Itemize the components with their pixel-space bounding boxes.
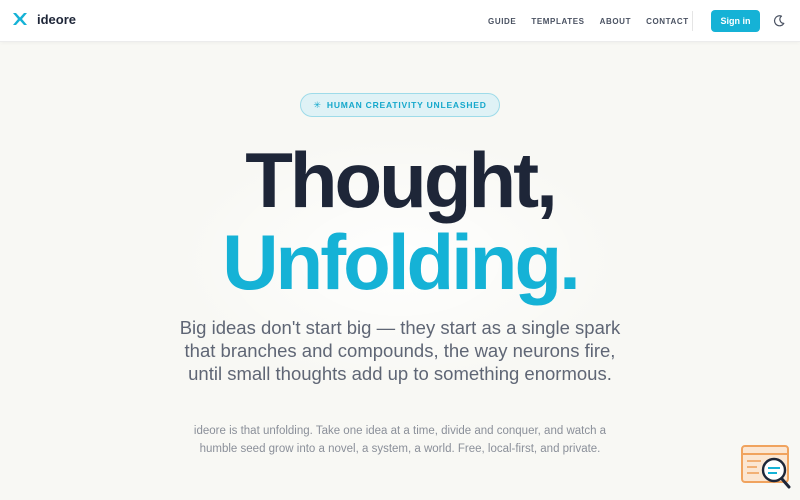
hero-sub-paragraph: ideore is that unfolding. Take one idea … xyxy=(193,425,607,455)
brand-logo[interactable]: ideore xyxy=(12,11,76,27)
hero-badge-text: HUMAN CREATIVITY UNLEASHED xyxy=(326,100,487,110)
help-search-icon[interactable] xyxy=(741,444,791,490)
sign-in-button[interactable]: Sign in xyxy=(711,10,760,32)
ideore-logo-icon xyxy=(13,13,27,25)
hero-lead-paragraph: Big ideas don't start big — they start a… xyxy=(179,317,621,384)
hero-headline-line2: Unfolding. xyxy=(222,218,581,306)
nav-divider xyxy=(692,11,693,31)
nav-about[interactable]: ABOUT xyxy=(600,17,631,26)
top-navbar: ideore GUIDE TEMPLATES ABOUT CONTACT Sig… xyxy=(0,0,800,42)
main-nav: GUIDE TEMPLATES ABOUT CONTACT xyxy=(488,0,704,42)
hero-badge: ✳ HUMAN CREATIVITY UNLEASHED xyxy=(300,93,500,117)
nav-guide[interactable]: GUIDE xyxy=(488,17,516,26)
brand-name: ideore xyxy=(37,11,77,27)
sparkle-icon: ✳ xyxy=(313,99,321,110)
nav-contact[interactable]: CONTACT xyxy=(646,17,689,26)
moon-icon[interactable] xyxy=(772,14,786,28)
nav-templates[interactable]: TEMPLATES xyxy=(531,17,584,26)
